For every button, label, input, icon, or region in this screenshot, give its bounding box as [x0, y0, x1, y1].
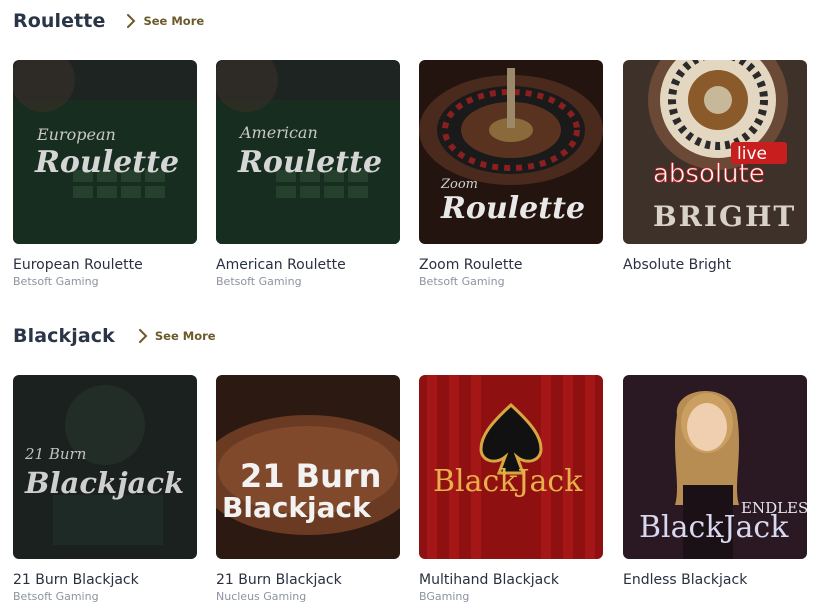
- art-top-text: Zoom: [440, 177, 478, 192]
- game-name[interactable]: Zoom Roulette: [419, 257, 603, 273]
- art-main-text: Blackjack: [222, 491, 372, 524]
- section-blackjack: Blackjack See More 21 Burn Blackjack 21 …: [13, 323, 813, 603]
- art-top-text: 21 Burn: [240, 457, 381, 495]
- game-name[interactable]: American Roulette: [216, 257, 400, 273]
- game-name[interactable]: Absolute Bright: [623, 257, 807, 273]
- game-thumbnail[interactable]: European Roulette: [13, 60, 197, 244]
- game-name[interactable]: Endless Blackjack: [623, 572, 807, 588]
- art-sub-text: BRIGHT: [653, 200, 796, 233]
- art-main-text: absolute: [653, 159, 765, 189]
- game-thumbnail[interactable]: 21 Burn Blackjack: [13, 375, 197, 559]
- art-main-text: Roulette: [237, 145, 382, 180]
- chevron-right-icon: [127, 14, 136, 28]
- art-top-text: 21 Burn: [24, 445, 86, 463]
- game-thumbnail[interactable]: Zoom Roulette: [419, 60, 603, 244]
- game-thumbnail[interactable]: BlackJack: [419, 375, 603, 559]
- game-provider: Betsoft Gaming: [13, 275, 99, 288]
- game-provider: Nucleus Gaming: [216, 590, 307, 603]
- game-card[interactable]: ENDLESS BlackJack Endless Blackjack: [623, 375, 807, 590]
- game-card[interactable]: BlackJack Multihand Blackjack BGaming: [419, 375, 603, 603]
- game-thumbnail[interactable]: ENDLESS BlackJack: [623, 375, 807, 559]
- art-main-text: Blackjack: [24, 466, 184, 500]
- section-title: Blackjack: [13, 325, 115, 347]
- section-header: Blackjack See More: [13, 323, 813, 349]
- art-main-text: Roulette: [440, 191, 585, 226]
- game-name[interactable]: European Roulette: [13, 257, 197, 273]
- game-card[interactable]: 21 Burn Blackjack 21 Burn Blackjack Bets…: [13, 375, 197, 603]
- art-main-text: BlackJack: [639, 510, 789, 545]
- game-thumbnail[interactable]: live absolute BRIGHT: [623, 60, 807, 244]
- art-main-text: Roulette: [34, 145, 179, 180]
- see-more-link-roulette[interactable]: See More: [125, 14, 204, 28]
- art-top-text: American: [238, 123, 318, 142]
- art-main-text: BlackJack: [433, 464, 583, 499]
- game-thumbnail[interactable]: American Roulette: [216, 60, 400, 244]
- game-card[interactable]: Zoom Roulette Zoom Roulette Betsoft Gami…: [419, 60, 603, 288]
- see-more-label: See More: [143, 14, 205, 28]
- game-grid: 21 Burn Blackjack 21 Burn Blackjack Bets…: [13, 375, 813, 615]
- see-more-label: See More: [154, 329, 216, 343]
- game-provider: BGaming: [419, 590, 470, 603]
- game-grid: European Roulette European Roulette Bets…: [13, 60, 813, 300]
- game-provider: Betsoft Gaming: [419, 275, 505, 288]
- see-more-link-blackjack[interactable]: See More: [137, 329, 216, 343]
- art-top-text: European: [36, 125, 116, 144]
- game-name[interactable]: Multihand Blackjack: [419, 572, 603, 588]
- section-header: Roulette See More: [13, 8, 813, 34]
- game-name[interactable]: 21 Burn Blackjack: [13, 572, 197, 588]
- game-name[interactable]: 21 Burn Blackjack: [216, 572, 400, 588]
- game-card[interactable]: European Roulette European Roulette Bets…: [13, 60, 197, 288]
- game-provider: Betsoft Gaming: [13, 590, 99, 603]
- game-provider: Betsoft Gaming: [216, 275, 302, 288]
- game-thumbnail[interactable]: 21 Burn Blackjack: [216, 375, 400, 559]
- section-roulette: Roulette See More European Roulette Euro…: [13, 8, 813, 288]
- game-card[interactable]: 21 Burn Blackjack 21 Burn Blackjack Nucl…: [216, 375, 400, 603]
- chevron-right-icon: [138, 329, 148, 343]
- section-title: Roulette: [13, 10, 106, 32]
- game-card[interactable]: live absolute BRIGHT Absolute Bright: [623, 60, 807, 275]
- game-card[interactable]: American Roulette American Roulette Bets…: [216, 60, 400, 288]
